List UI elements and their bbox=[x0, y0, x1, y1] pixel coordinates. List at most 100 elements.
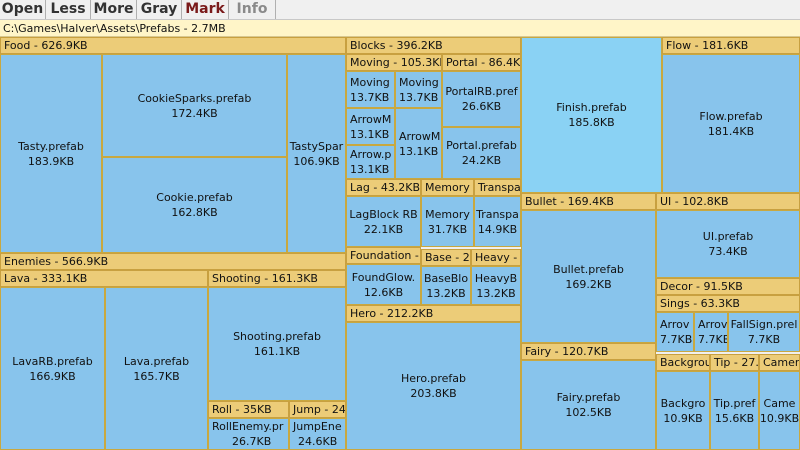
file-tile-hero[interactable]: Hero.prefab 203.8KB bbox=[346, 322, 521, 450]
file-size: 13.2KB bbox=[426, 286, 466, 300]
folder-header-portal[interactable]: Portal - 86.4KB bbox=[442, 54, 521, 71]
file-name: Cookie.prefab bbox=[156, 191, 233, 204]
file-tile-tip[interactable]: Tip.pref 15.6KB bbox=[710, 371, 759, 450]
folder-header-blocks[interactable]: Blocks - 396.2KB bbox=[346, 37, 521, 54]
file-name: FallSign.prel bbox=[730, 318, 798, 331]
file-tile-flow[interactable]: Flow.prefab 181.4KB bbox=[662, 54, 800, 193]
folder-header-shooting[interactable]: Shooting - 161.3KB bbox=[208, 270, 346, 287]
file-name: CookieSparks.prefab bbox=[137, 91, 252, 105]
file-name: Shooting.prefab bbox=[233, 330, 321, 343]
folder-header-lava[interactable]: Lava - 333.1KB bbox=[0, 270, 208, 287]
gray-button[interactable]: Gray bbox=[137, 0, 182, 19]
more-button[interactable]: More bbox=[91, 0, 137, 19]
file-tile-portal[interactable]: Portal.prefab 24.2KB bbox=[442, 127, 521, 179]
file-size: 26.6KB bbox=[461, 100, 502, 113]
folder-header-moving[interactable]: Moving - 105.3KB bbox=[346, 54, 442, 71]
folder-header-food[interactable]: Food - 626.9KB bbox=[0, 37, 346, 54]
folder-header-tip[interactable]: Tip - 27. bbox=[710, 354, 759, 371]
file-size: 13.1KB bbox=[350, 127, 390, 141]
file-name: FoundGlow. bbox=[351, 270, 416, 284]
folder-header-hero[interactable]: Hero - 212.2KB bbox=[346, 305, 521, 322]
file-size: 203.8KB bbox=[410, 387, 457, 400]
file-tile-moving-1[interactable]: Moving 13.7KB bbox=[346, 71, 395, 108]
file-tile-shooting[interactable]: Shooting.prefab 161.1KB bbox=[208, 287, 346, 401]
folder-header-foundation[interactable]: Foundation - bbox=[346, 247, 421, 264]
folder-header-memory[interactable]: Memory bbox=[421, 179, 474, 196]
mark-button[interactable]: Mark bbox=[182, 0, 229, 19]
file-size: 13.2KB bbox=[476, 286, 516, 300]
file-tile-arrow-3[interactable]: Arrow.p 13.1KB bbox=[346, 145, 395, 179]
folder-header-lag[interactable]: Lag - 43.2KB bbox=[346, 179, 421, 196]
file-tile-tasty[interactable]: Tasty.prefab 183.9KB bbox=[0, 54, 102, 253]
folder-header-flow[interactable]: Flow - 181.6KB bbox=[662, 37, 800, 54]
file-tile-arrow-sign-2[interactable]: Arrov 7.7KB bbox=[694, 312, 728, 352]
file-tile-bullet[interactable]: Bullet.prefab 169.2KB bbox=[521, 210, 656, 343]
folder-header-sings[interactable]: Sings - 63.3KB bbox=[656, 295, 800, 312]
file-tile-lag-block[interactable]: LagBlock RB 22.1KB bbox=[346, 196, 421, 247]
file-tile-portal-rb[interactable]: PortalRB.pref 26.6KB bbox=[442, 71, 521, 127]
file-tile-transparent[interactable]: Transpa 14.9KB bbox=[474, 196, 521, 247]
file-size: 7.7KB bbox=[747, 333, 781, 346]
file-tile-heavy-block[interactable]: HeavyB 13.2KB bbox=[471, 266, 521, 305]
file-tile-arrow-2[interactable]: ArrowM 13.1KB bbox=[395, 108, 442, 179]
file-name: LagBlock RB bbox=[349, 207, 418, 221]
file-size: 10.9KB bbox=[759, 411, 800, 425]
folder-header-base[interactable]: Base - 24 bbox=[421, 249, 471, 266]
file-tile-moving-2[interactable]: Moving 13.7KB bbox=[395, 71, 442, 108]
folder-header-ui[interactable]: UI - 102.8KB bbox=[656, 193, 800, 210]
file-name: Lava.prefab bbox=[123, 354, 190, 368]
folder-header-fairy[interactable]: Fairy - 120.7KB bbox=[521, 343, 656, 360]
file-tile-cookie[interactable]: Cookie.prefab 162.8KB bbox=[102, 157, 287, 253]
file-name: Came bbox=[763, 396, 796, 410]
folder-header-bullet[interactable]: Bullet - 169.4KB bbox=[521, 193, 656, 210]
file-size: 162.8KB bbox=[171, 206, 218, 219]
file-size: 13.7KB bbox=[350, 90, 390, 104]
file-tile-arrow-sign-1[interactable]: Arrov 7.7KB bbox=[656, 312, 694, 352]
folder-header-background[interactable]: Backgrou bbox=[656, 354, 710, 371]
file-size: 106.9KB bbox=[293, 154, 340, 168]
file-tile-background[interactable]: Backgro 10.9KB bbox=[656, 371, 710, 450]
file-tile-ui[interactable]: UI.prefab 73.4KB bbox=[656, 210, 800, 278]
file-tile-fall-sign[interactable]: FallSign.prel 7.7KB bbox=[728, 312, 800, 352]
file-tile-finish[interactable]: Finish.prefab 185.8KB bbox=[521, 37, 662, 193]
file-tile-found-glow[interactable]: FoundGlow. 12.6KB bbox=[346, 264, 421, 305]
folder-header-camera[interactable]: Camer bbox=[759, 354, 800, 371]
file-size: 7.7KB bbox=[660, 333, 693, 346]
folder-header-roll[interactable]: Roll - 35KB bbox=[208, 401, 289, 418]
file-size: 15.6KB bbox=[714, 411, 755, 425]
file-tile-jump-enemy[interactable]: JumpEne 24.6KB bbox=[289, 418, 346, 450]
file-tile-cookie-sparks[interactable]: CookieSparks.prefab 172.4KB bbox=[102, 54, 287, 157]
folder-header-enemies[interactable]: Enemies - 566.9KB bbox=[0, 253, 346, 270]
file-tile-base-block[interactable]: BaseBlo 13.2KB bbox=[421, 266, 471, 305]
file-name: Portal.prefab bbox=[446, 139, 517, 152]
folder-header-transparent[interactable]: Transpa bbox=[474, 179, 521, 196]
file-size: 13.1KB bbox=[350, 163, 390, 176]
file-tile-camera[interactable]: Came 10.9KB bbox=[759, 371, 800, 450]
file-name: Backgro bbox=[660, 396, 706, 410]
file-tile-memory[interactable]: Memory 31.7KB bbox=[421, 196, 474, 247]
file-tile-tasty-sparks[interactable]: TastySpar 106.9KB bbox=[287, 54, 346, 253]
open-button[interactable]: Open bbox=[0, 0, 46, 19]
file-size: 161.1KB bbox=[253, 345, 301, 358]
folder-header-jump[interactable]: Jump - 24 bbox=[289, 401, 346, 418]
less-button[interactable]: Less bbox=[46, 0, 91, 19]
file-name: Hero.prefab bbox=[401, 372, 466, 385]
file-tile-arrow-1[interactable]: ArrowM 13.1KB bbox=[346, 108, 395, 145]
file-size: 7.7KB bbox=[698, 333, 728, 346]
file-size: 12.6KB bbox=[363, 285, 404, 299]
file-size: 169.2KB bbox=[565, 277, 612, 291]
folder-header-decor[interactable]: Decor - 91.5KB bbox=[656, 278, 800, 295]
file-name: Tasty.prefab bbox=[18, 139, 84, 153]
file-name: HeavyB bbox=[474, 271, 518, 285]
file-tile-roll-enemy[interactable]: RollEnemy.pr 26.7KB bbox=[208, 418, 289, 450]
file-name: Arrow.p bbox=[350, 148, 392, 161]
file-name: Transpa bbox=[476, 207, 519, 221]
file-tile-fairy[interactable]: Fairy.prefab 102.5KB bbox=[521, 360, 656, 450]
file-size: 185.8KB bbox=[568, 116, 615, 129]
file-name: Moving bbox=[350, 75, 390, 89]
info-button[interactable]: Info bbox=[229, 0, 276, 19]
file-name: Flow.prefab bbox=[699, 109, 763, 123]
file-tile-lava[interactable]: Lava.prefab 165.7KB bbox=[105, 287, 208, 450]
file-tile-lava-rb[interactable]: LavaRB.prefab 166.9KB bbox=[0, 287, 105, 450]
folder-header-heavy[interactable]: Heavy - bbox=[471, 249, 521, 266]
